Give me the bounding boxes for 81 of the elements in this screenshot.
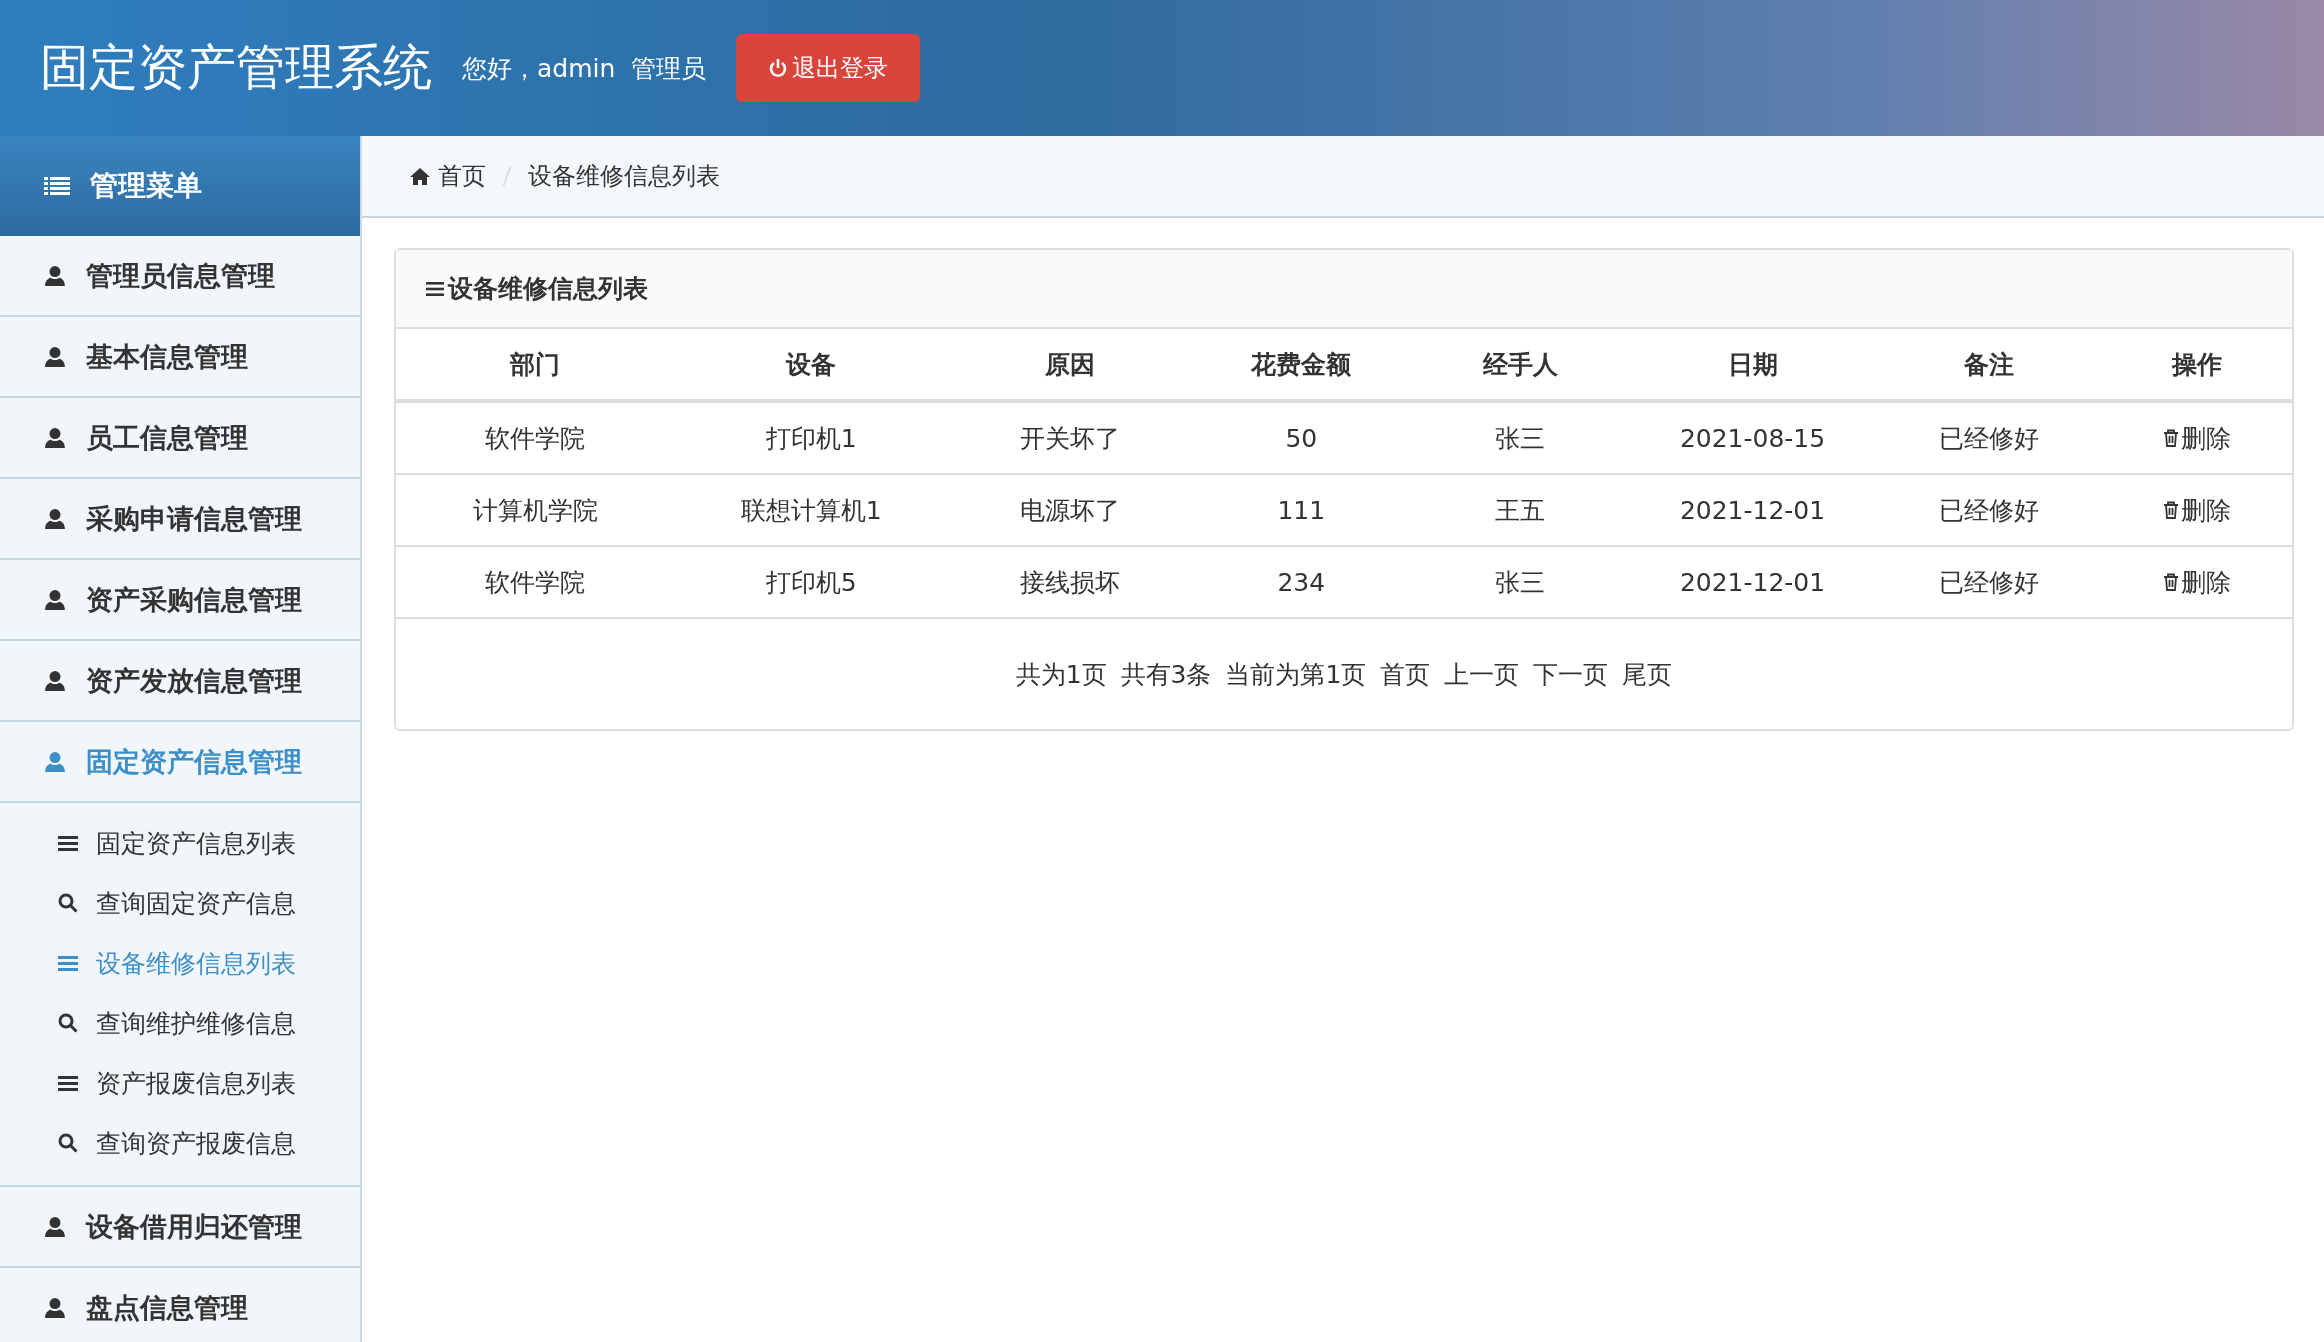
- list-icon: [58, 835, 78, 851]
- power-icon: [768, 58, 789, 78]
- user-icon: [44, 345, 66, 368]
- column-header: 备注: [1874, 329, 2103, 401]
- pager-info: 共有3条: [1120, 658, 1212, 691]
- search-icon: [58, 1013, 78, 1033]
- menu-item[interactable]: 资产采购信息管理: [0, 560, 360, 641]
- pager-link[interactable]: 首页: [1380, 657, 1431, 691]
- list-icon: [58, 955, 78, 971]
- table-cell: 打印机5: [674, 546, 948, 618]
- table-cell: 已经修好: [1874, 474, 2103, 546]
- menu-item[interactable]: 盘点信息管理: [0, 1268, 360, 1342]
- list-icon: [426, 281, 444, 296]
- menu-item[interactable]: 设备借用归还管理: [0, 1187, 360, 1268]
- list-icon: [58, 1075, 78, 1091]
- submenu-item[interactable]: 固定资产信息列表: [0, 813, 360, 873]
- column-header: 花费金额: [1192, 329, 1411, 401]
- submenu-item[interactable]: 查询维护维修信息: [0, 993, 360, 1053]
- table-cell: 2021-12-01: [1630, 474, 1875, 546]
- delete-link[interactable]: 删除: [2163, 493, 2232, 527]
- logout-button[interactable]: 退出登录: [736, 34, 921, 102]
- submenu-item[interactable]: 查询固定资产信息: [0, 873, 360, 933]
- search-icon: [58, 893, 78, 913]
- user-icon: [44, 1296, 66, 1319]
- breadcrumb-current: 设备维修信息列表: [528, 161, 720, 192]
- menu-item[interactable]: 资产发放信息管理: [0, 641, 360, 722]
- search-icon: [58, 1133, 78, 1153]
- panel-title: 设备维修信息列表: [396, 250, 2292, 329]
- table-cell: 开关坏了: [947, 401, 1193, 474]
- table-cell: 软件学院: [396, 401, 675, 474]
- pager-info: 共为1页: [1015, 658, 1107, 691]
- user-icon: [44, 669, 66, 692]
- column-header: 日期: [1630, 329, 1875, 401]
- pager-link[interactable]: 尾页: [1622, 657, 1673, 691]
- table-cell: 234: [1192, 546, 1411, 618]
- trash-icon: [2163, 501, 2180, 519]
- table-cell: 接线损坏: [947, 546, 1193, 618]
- table-cell: 已经修好: [1874, 546, 2103, 618]
- trash-icon: [2163, 429, 2180, 447]
- column-header: 操作: [2102, 329, 2292, 401]
- table-cell: 2021-12-01: [1630, 546, 1875, 618]
- delete-link[interactable]: 删除: [2163, 565, 2232, 599]
- delete-link[interactable]: 删除: [2163, 421, 2232, 455]
- user-icon: [44, 750, 66, 773]
- table-cell: 软件学院: [396, 546, 675, 618]
- table-cell: 张三: [1410, 546, 1631, 618]
- table-cell: 联想计算机1: [674, 474, 948, 546]
- list-icon: [44, 176, 70, 196]
- menu-item[interactable]: 管理员信息管理: [0, 236, 360, 317]
- table-cell: 111: [1192, 474, 1411, 546]
- table-cell: 电源坏了: [947, 474, 1193, 546]
- column-header: 设备: [674, 329, 948, 401]
- breadcrumb-link[interactable]: 首页: [410, 160, 486, 192]
- column-header: 部门: [396, 329, 675, 401]
- user-icon: [44, 1215, 66, 1238]
- home-icon: [410, 167, 430, 185]
- submenu-item[interactable]: 资产报废信息列表: [0, 1053, 360, 1113]
- app-title: 固定资产管理系统: [40, 38, 432, 98]
- menu-item[interactable]: 员工信息管理: [0, 398, 360, 479]
- pager-info: 当前为第1页: [1225, 658, 1367, 691]
- table-cell: 王五: [1410, 474, 1631, 546]
- table-cell: 张三: [1410, 401, 1631, 474]
- user-icon: [44, 264, 66, 287]
- menu-item[interactable]: 采购申请信息管理: [0, 479, 360, 560]
- pager-link[interactable]: 上一页: [1444, 657, 1520, 691]
- table-cell: 打印机1: [674, 401, 948, 474]
- menu-item[interactable]: 基本信息管理: [0, 317, 360, 398]
- table-cell: 2021-08-15: [1630, 401, 1875, 474]
- pager-link[interactable]: 下一页: [1533, 657, 1609, 691]
- table-cell: 已经修好: [1874, 401, 2103, 474]
- column-header: 原因: [947, 329, 1193, 401]
- greeting-text: 您好，admin 管理员: [462, 52, 707, 85]
- user-icon: [44, 426, 66, 449]
- table-cell: 50: [1192, 401, 1411, 474]
- submenu-item[interactable]: 查询资产报废信息: [0, 1113, 360, 1173]
- sidebar-title: 管理菜单: [90, 168, 202, 204]
- user-icon: [44, 507, 66, 530]
- column-header: 经手人: [1410, 329, 1631, 401]
- table-cell: 计算机学院: [396, 474, 675, 546]
- trash-icon: [2163, 573, 2180, 591]
- user-icon: [44, 588, 66, 611]
